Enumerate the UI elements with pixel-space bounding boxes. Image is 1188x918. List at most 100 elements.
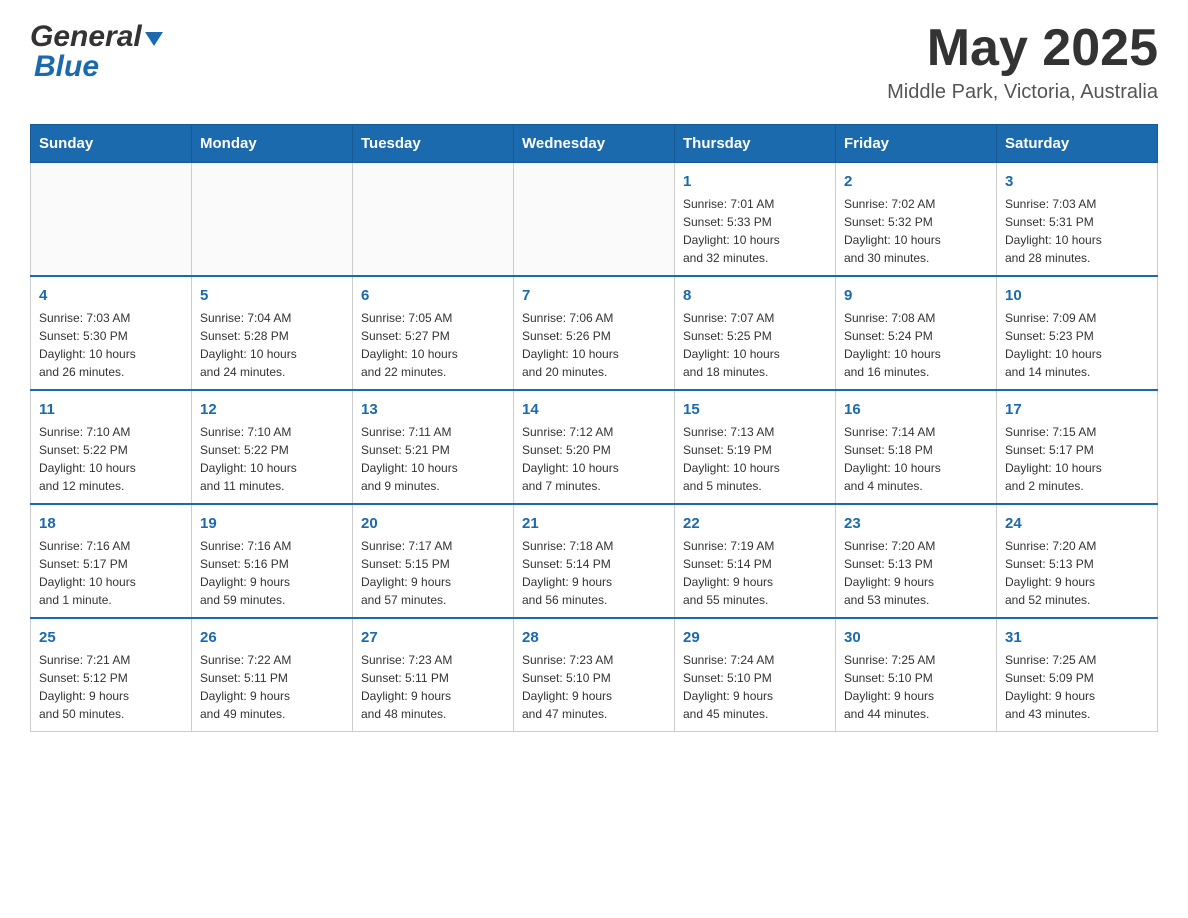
day-info: Sunrise: 7:24 AMSunset: 5:10 PMDaylight:… [683, 651, 827, 723]
day-number: 7 [522, 285, 666, 306]
day-number: 26 [200, 627, 344, 648]
day-number: 24 [1005, 513, 1149, 534]
calendar-row: 25 Sunrise: 7:21 AMSunset: 5:12 PMDayligh… [31, 618, 1158, 732]
day-number: 8 [683, 285, 827, 306]
day-info: Sunrise: 7:11 AMSunset: 5:21 PMDaylight:… [361, 423, 505, 495]
table-row: 5 Sunrise: 7:04 AMSunset: 5:28 PMDaylight… [192, 276, 353, 390]
table-row: 29 Sunrise: 7:24 AMSunset: 5:10 PMDayligh… [675, 618, 836, 732]
col-thursday: Thursday [675, 125, 836, 163]
day-info: Sunrise: 7:07 AMSunset: 5:25 PMDaylight:… [683, 309, 827, 381]
logo-general-text: General [30, 20, 142, 54]
day-number: 2 [844, 171, 988, 192]
day-info: Sunrise: 7:20 AMSunset: 5:13 PMDaylight:… [1005, 537, 1149, 609]
day-info: Sunrise: 7:05 AMSunset: 5:27 PMDaylight:… [361, 309, 505, 381]
table-row [192, 163, 353, 277]
day-number: 1 [683, 171, 827, 192]
day-info: Sunrise: 7:18 AMSunset: 5:14 PMDaylight:… [522, 537, 666, 609]
day-number: 14 [522, 399, 666, 420]
day-number: 10 [1005, 285, 1149, 306]
day-number: 16 [844, 399, 988, 420]
month-title: May 2025 [887, 20, 1158, 77]
table-row: 23Sunrise: 7:20 AMSunset: 5:13 PMDayligh… [836, 504, 997, 618]
table-row: 22 Sunrise: 7:19 AMSunset: 5:14 PMDayligh… [675, 504, 836, 618]
day-info: Sunrise: 7:03 AMSunset: 5:30 PMDaylight:… [39, 309, 183, 381]
table-row [353, 163, 514, 277]
day-number: 9 [844, 285, 988, 306]
day-number: 22 [683, 513, 827, 534]
table-row: 12Sunrise: 7:10 AMSunset: 5:22 PMDayligh… [192, 390, 353, 504]
title-section: May 2025 Middle Park, Victoria, Australi… [887, 20, 1158, 104]
day-number: 3 [1005, 171, 1149, 192]
table-row: 16Sunrise: 7:14 AMSunset: 5:18 PMDayligh… [836, 390, 997, 504]
table-row: 28 Sunrise: 7:23 AMSunset: 5:10 PMDayligh… [514, 618, 675, 732]
day-info: Sunrise: 7:25 AMSunset: 5:09 PMDaylight:… [1005, 651, 1149, 723]
table-row: 8 Sunrise: 7:07 AMSunset: 5:25 PMDaylight… [675, 276, 836, 390]
day-info: Sunrise: 7:10 AMSunset: 5:22 PMDaylight:… [39, 423, 183, 495]
day-number: 28 [522, 627, 666, 648]
day-number: 5 [200, 285, 344, 306]
day-number: 15 [683, 399, 827, 420]
table-row: 1 Sunrise: 7:01 AMSunset: 5:33 PMDaylight… [675, 163, 836, 277]
table-row [31, 163, 192, 277]
table-row: 24 Sunrise: 7:20 AMSunset: 5:13 PMDayligh… [997, 504, 1158, 618]
day-info: Sunrise: 7:03 AMSunset: 5:31 PMDaylight:… [1005, 195, 1149, 267]
day-info: Sunrise: 7:23 AMSunset: 5:11 PMDaylight:… [361, 651, 505, 723]
calendar-row: 4Sunrise: 7:03 AMSunset: 5:30 PMDaylight… [31, 276, 1158, 390]
day-info: Sunrise: 7:16 AMSunset: 5:17 PMDaylight:… [39, 537, 183, 609]
day-info: Sunrise: 7:19 AMSunset: 5:14 PMDaylight:… [683, 537, 827, 609]
calendar-row: 18Sunrise: 7:16 AMSunset: 5:17 PMDayligh… [31, 504, 1158, 618]
day-info: Sunrise: 7:09 AMSunset: 5:23 PMDaylight:… [1005, 309, 1149, 381]
day-info: Sunrise: 7:12 AMSunset: 5:20 PMDaylight:… [522, 423, 666, 495]
table-row: 6 Sunrise: 7:05 AMSunset: 5:27 PMDaylight… [353, 276, 514, 390]
day-info: Sunrise: 7:25 AMSunset: 5:10 PMDaylight:… [844, 651, 988, 723]
col-friday: Friday [836, 125, 997, 163]
table-row: 7Sunrise: 7:06 AMSunset: 5:26 PMDaylight… [514, 276, 675, 390]
day-info: Sunrise: 7:23 AMSunset: 5:10 PMDaylight:… [522, 651, 666, 723]
day-number: 30 [844, 627, 988, 648]
day-number: 11 [39, 399, 183, 420]
table-row: 15Sunrise: 7:13 AMSunset: 5:19 PMDayligh… [675, 390, 836, 504]
table-row: 18Sunrise: 7:16 AMSunset: 5:17 PMDayligh… [31, 504, 192, 618]
day-info: Sunrise: 7:17 AMSunset: 5:15 PMDaylight:… [361, 537, 505, 609]
table-row: 13Sunrise: 7:11 AMSunset: 5:21 PMDayligh… [353, 390, 514, 504]
table-row: 4Sunrise: 7:03 AMSunset: 5:30 PMDaylight… [31, 276, 192, 390]
table-row: 9Sunrise: 7:08 AMSunset: 5:24 PMDaylight… [836, 276, 997, 390]
table-row: 19Sunrise: 7:16 AMSunset: 5:16 PMDayligh… [192, 504, 353, 618]
day-number: 20 [361, 513, 505, 534]
day-number: 31 [1005, 627, 1149, 648]
table-row: 14 Sunrise: 7:12 AMSunset: 5:20 PMDayligh… [514, 390, 675, 504]
day-info: Sunrise: 7:15 AMSunset: 5:17 PMDaylight:… [1005, 423, 1149, 495]
day-info: Sunrise: 7:02 AMSunset: 5:32 PMDaylight:… [844, 195, 988, 267]
page-header: General Blue May 2025 Middle Park, Victo… [30, 20, 1158, 104]
calendar-row: 1 Sunrise: 7:01 AMSunset: 5:33 PMDaylight… [31, 163, 1158, 277]
day-number: 29 [683, 627, 827, 648]
table-row: 3 Sunrise: 7:03 AMSunset: 5:31 PMDaylight… [997, 163, 1158, 277]
table-row: 30 Sunrise: 7:25 AMSunset: 5:10 PMDayligh… [836, 618, 997, 732]
col-sunday: Sunday [31, 125, 192, 163]
table-row: 20 Sunrise: 7:17 AMSunset: 5:15 PMDayligh… [353, 504, 514, 618]
table-row: 27 Sunrise: 7:23 AMSunset: 5:11 PMDayligh… [353, 618, 514, 732]
col-wednesday: Wednesday [514, 125, 675, 163]
col-tuesday: Tuesday [353, 125, 514, 163]
day-info: Sunrise: 7:16 AMSunset: 5:16 PMDaylight:… [200, 537, 344, 609]
calendar-header-row: Sunday Monday Tuesday Wednesday Thursday… [31, 125, 1158, 163]
table-row: 26Sunrise: 7:22 AMSunset: 5:11 PMDayligh… [192, 618, 353, 732]
day-number: 12 [200, 399, 344, 420]
calendar-row: 11 Sunrise: 7:10 AMSunset: 5:22 PMDayligh… [31, 390, 1158, 504]
table-row: 17 Sunrise: 7:15 AMSunset: 5:17 PMDayligh… [997, 390, 1158, 504]
day-number: 27 [361, 627, 505, 648]
day-info: Sunrise: 7:21 AMSunset: 5:12 PMDaylight:… [39, 651, 183, 723]
logo-triangle-icon [145, 32, 163, 46]
table-row: 31 Sunrise: 7:25 AMSunset: 5:09 PMDayligh… [997, 618, 1158, 732]
day-number: 17 [1005, 399, 1149, 420]
logo-blue-text: Blue [30, 50, 163, 84]
col-monday: Monday [192, 125, 353, 163]
day-info: Sunrise: 7:01 AMSunset: 5:33 PMDaylight:… [683, 195, 827, 267]
table-row: 25 Sunrise: 7:21 AMSunset: 5:12 PMDayligh… [31, 618, 192, 732]
day-number: 25 [39, 627, 183, 648]
logo: General Blue [30, 20, 163, 84]
location-label: Middle Park, Victoria, Australia [887, 81, 1158, 104]
day-info: Sunrise: 7:04 AMSunset: 5:28 PMDaylight:… [200, 309, 344, 381]
day-number: 6 [361, 285, 505, 306]
table-row: 10 Sunrise: 7:09 AMSunset: 5:23 PMDayligh… [997, 276, 1158, 390]
